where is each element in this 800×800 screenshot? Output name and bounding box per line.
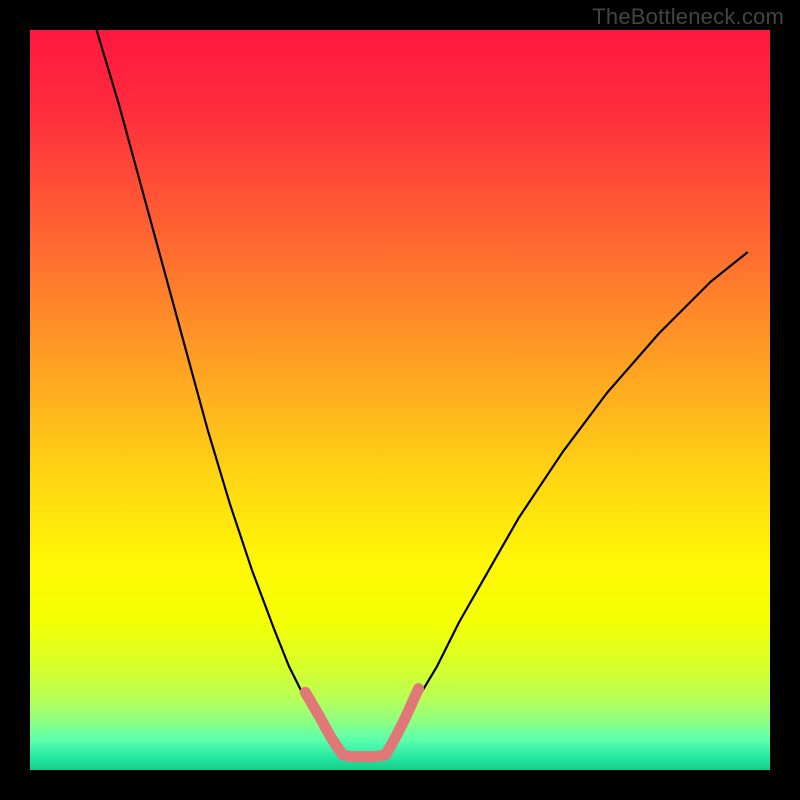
bottleneck-chart [0, 0, 800, 800]
gradient-background [30, 30, 770, 770]
chart-frame: TheBottleneck.com [0, 0, 800, 800]
series-highlight-bottom [343, 755, 385, 756]
